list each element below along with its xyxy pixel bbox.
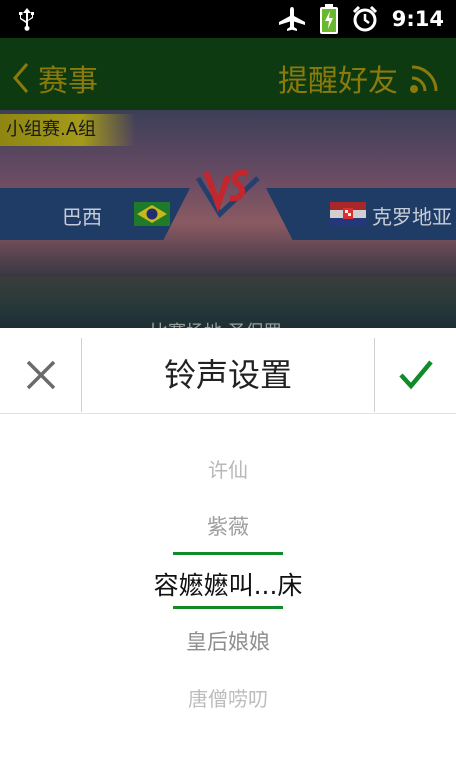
ringtone-picker[interactable]: 许仙 紫薇 容嬷嬷叫...床 皇后娘娘 唐僧唠叨 [0,414,456,760]
home-team-bar: 巴西 [0,188,190,240]
dialog-title: 铃声设置 [163,356,292,394]
app-bar: 赛事 提醒好友 [0,38,456,110]
status-bar: 9:14 [0,0,456,38]
ringtone-dialog: 铃声设置 许仙 紫薇 容嬷嬷叫...床 皇后娘娘 唐僧唠叨 [0,328,456,760]
battery-charging-icon [319,4,338,34]
picker-item[interactable]: 皇后娘娘 [0,626,456,656]
dialog-header: 铃声设置 [0,328,456,414]
vs-icon [196,170,260,218]
chevron-left-icon [13,63,29,93]
picker-item[interactable]: 紫薇 [0,511,456,541]
match-detail-screen: 赛事 提醒好友 小组赛.A组 巴西 克罗地亚 [0,38,456,328]
check-icon [398,360,433,390]
brazil-flag-icon [134,202,170,226]
venue-label: 比赛场地 圣保罗 [150,318,282,328]
selection-line-bottom [173,606,283,609]
back-label: 赛事 [38,64,98,99]
home-team-name: 巴西 [62,205,102,229]
away-team-bar: 克罗地亚 [266,188,456,240]
remind-friends-button[interactable]: 提醒好友 [278,56,442,100]
status-time: 9:14 [391,7,444,31]
picker-item[interactable]: 唐僧唠叨 [0,683,456,712]
back-button[interactable]: 赛事 [10,56,98,100]
croatia-flag-icon [330,202,366,226]
picker-item[interactable]: 许仙 [0,454,456,483]
remind-label: 提醒好友 [278,64,398,99]
close-icon [26,360,55,390]
picker-item-selected[interactable]: 容嬷嬷叫...床 [0,566,456,602]
confirm-button[interactable] [374,338,456,412]
usb-icon [19,8,34,31]
group-tag: 小组赛.A组 [0,114,137,146]
airplane-icon [278,7,305,31]
cancel-button[interactable] [0,338,82,412]
share-signal-icon [410,65,438,93]
away-team-name: 克罗地亚 [372,205,452,229]
alarm-icon [352,6,377,32]
selection-line-top [173,552,283,555]
